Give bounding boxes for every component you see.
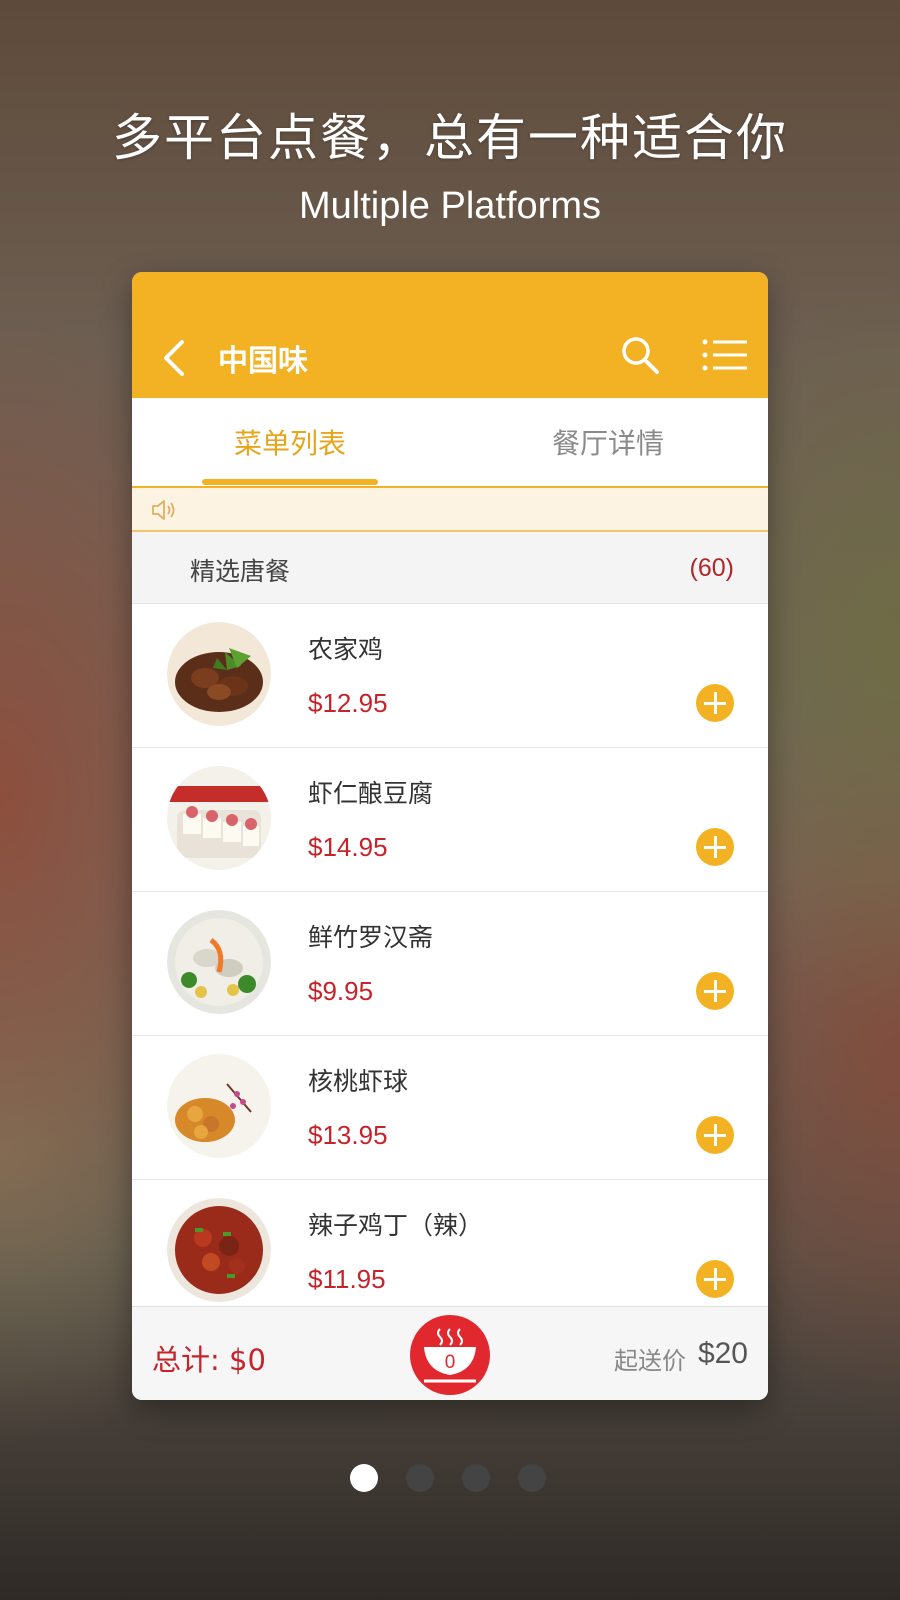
list-item[interactable]: 农家鸡 $12.95 — [132, 604, 768, 748]
pager-dot[interactable] — [462, 1464, 490, 1492]
category-name: 精选唐餐 — [190, 557, 291, 586]
add-button[interactable] — [696, 1116, 734, 1154]
dish-image — [167, 1198, 271, 1302]
dish-image — [167, 622, 271, 726]
add-button[interactable] — [696, 972, 734, 1010]
add-button[interactable] — [696, 684, 734, 722]
list-item[interactable]: 核桃虾球 $13.95 — [132, 1036, 768, 1180]
dish-name: 农家鸡 — [308, 635, 384, 664]
add-button[interactable] — [696, 828, 734, 866]
dish-price: $12.95 — [308, 688, 388, 718]
announcement-bar[interactable] — [132, 488, 768, 532]
app-screen: 中国味 菜单列表 餐厅详情 精选唐餐 (60) 农家鸡 $12.95 虾仁酿豆腐… — [132, 272, 768, 1400]
app-title: 中国味 — [218, 344, 308, 379]
dish-image — [167, 1054, 271, 1158]
list-item[interactable]: 鲜竹罗汉斋 $9.95 — [132, 892, 768, 1036]
dish-price: $11.95 — [308, 1264, 386, 1294]
menu-icon[interactable] — [702, 338, 748, 372]
page-indicator — [0, 1464, 900, 1494]
dish-name: 虾仁酿豆腐 — [308, 779, 434, 808]
add-button[interactable] — [696, 1260, 734, 1298]
min-order-label: 起送价 — [614, 1347, 686, 1375]
category-header: 精选唐餐 (60) — [132, 532, 768, 604]
dish-price: $14.95 — [308, 832, 388, 862]
list-item[interactable]: 辣子鸡丁（辣） $11.95 — [132, 1180, 768, 1324]
cart-button[interactable]: 0 — [410, 1315, 490, 1395]
app-bar: 中国味 — [132, 272, 768, 398]
dish-price: $9.95 — [308, 976, 374, 1006]
tab-menu-list[interactable]: 菜单列表 — [234, 422, 346, 462]
speaker-icon — [152, 500, 175, 520]
dish-name: 辣子鸡丁（辣） — [308, 1211, 484, 1240]
dish-name: 鲜竹罗汉斋 — [308, 923, 434, 952]
dish-name: 核桃虾球 — [308, 1067, 409, 1096]
category-count: (60) — [689, 554, 734, 582]
dish-price: $13.95 — [308, 1120, 388, 1150]
list-item[interactable]: 虾仁酿豆腐 $14.95 — [132, 748, 768, 892]
cart-total: 总计: $0 — [152, 1343, 266, 1377]
dish-image — [167, 766, 271, 870]
tab-bar: 菜单列表 餐厅详情 — [132, 398, 768, 488]
search-icon[interactable] — [620, 335, 660, 375]
pager-dot[interactable] — [406, 1464, 434, 1492]
pager-dot[interactable] — [518, 1464, 546, 1492]
active-tab-indicator — [202, 479, 378, 485]
dish-image — [167, 910, 271, 1014]
promo-headline: 多平台点餐，总有一种适合你 — [112, 109, 788, 167]
tab-restaurant-details[interactable]: 餐厅详情 — [552, 422, 664, 462]
min-order-value: $20 — [697, 1337, 748, 1370]
promo-subline: Multiple Platforms — [299, 185, 601, 227]
cart-count: 0 — [444, 1352, 456, 1373]
cart-bar: 总计: $0 0 起送价 $20 — [132, 1306, 768, 1400]
pager-dot-active[interactable] — [350, 1464, 378, 1492]
back-icon[interactable] — [160, 338, 188, 378]
